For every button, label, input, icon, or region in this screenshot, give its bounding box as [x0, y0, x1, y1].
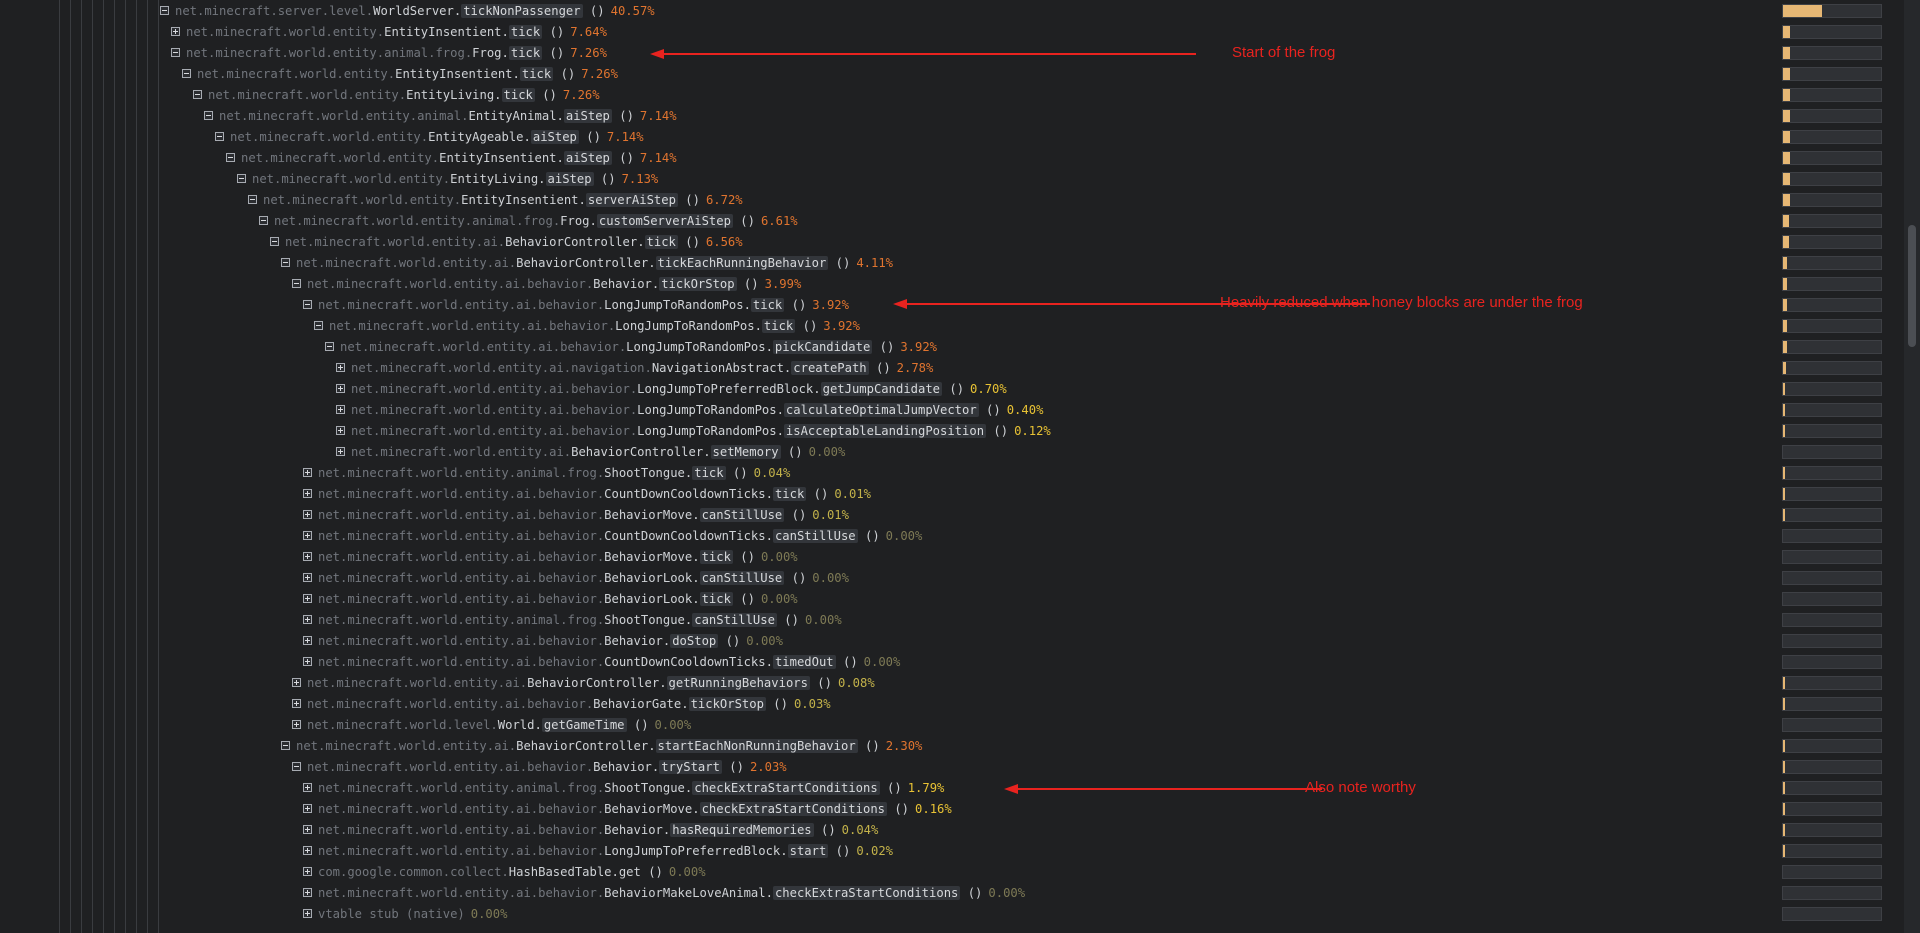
percent-bar-fill — [1783, 677, 1785, 689]
percent-bar — [1782, 865, 1882, 879]
percent-bar — [1782, 739, 1882, 753]
percent-bar — [1782, 67, 1882, 81]
percent-bar — [1782, 361, 1882, 375]
percent-bar — [1782, 529, 1882, 543]
percent-bar-fill — [1783, 278, 1787, 290]
percent-bar-fill — [1783, 173, 1790, 185]
percent-bar-fill — [1783, 5, 1823, 17]
percent-bar-fill — [1783, 215, 1790, 227]
percent-bar — [1782, 844, 1882, 858]
annotation-text: Heavily reduced when honey blocks are un… — [1220, 294, 1583, 311]
percent-bar — [1782, 655, 1882, 669]
percent-bar-fill — [1783, 341, 1787, 353]
percent-bar-fill — [1783, 110, 1790, 122]
percent-bar-fill — [1783, 26, 1791, 38]
percent-bar — [1782, 592, 1882, 606]
percent-bar — [1782, 445, 1882, 459]
arrowhead-icon — [893, 299, 907, 309]
percent-bar — [1782, 214, 1882, 228]
percent-bar-fill — [1783, 152, 1790, 164]
annotation-text: Also note worthy — [1305, 779, 1416, 796]
percent-bar-fill — [1783, 698, 1785, 710]
percent-bar — [1782, 571, 1882, 585]
percent-bar — [1782, 676, 1882, 690]
percent-bar — [1782, 277, 1882, 291]
annotation-text: Start of the frog — [1232, 44, 1336, 61]
percent-bar — [1782, 487, 1882, 501]
percent-bar — [1782, 25, 1882, 39]
percent-bar — [1782, 151, 1882, 165]
percent-bar-fill — [1783, 47, 1791, 59]
percent-bar-fill — [1783, 740, 1786, 752]
percent-bar — [1782, 802, 1882, 816]
vertical-scrollbar[interactable] — [1904, 0, 1920, 933]
percent-bar — [1782, 256, 1882, 270]
percent-bar — [1782, 193, 1882, 207]
arrowhead-icon — [650, 49, 664, 59]
percent-bar-fill — [1783, 320, 1787, 332]
percent-bar — [1782, 88, 1882, 102]
percent-bar — [1782, 319, 1882, 333]
percent-bar — [1782, 718, 1882, 732]
percent-bar — [1782, 382, 1882, 396]
annotation-arrows — [650, 49, 1370, 794]
percent-bar-fill — [1783, 803, 1785, 815]
percent-bar — [1782, 109, 1882, 123]
percent-bar-fill — [1783, 425, 1785, 437]
percent-bar — [1782, 781, 1882, 795]
percent-bar-fill — [1783, 761, 1785, 773]
percent-bar — [1782, 823, 1882, 837]
percent-bar — [1782, 403, 1882, 417]
percent-bar — [1782, 298, 1882, 312]
percent-bar-fill — [1783, 362, 1786, 374]
percent-bar — [1782, 172, 1882, 186]
percent-bar — [1782, 130, 1882, 144]
arrowhead-icon — [1004, 784, 1018, 794]
percent-bar-fill — [1783, 404, 1785, 416]
percent-bar — [1782, 424, 1882, 438]
percent-bar-fill — [1783, 488, 1785, 500]
percent-bar-fill — [1783, 845, 1785, 857]
percent-bar-fill — [1783, 257, 1787, 269]
percent-bar — [1782, 235, 1882, 249]
percent-bar — [1782, 634, 1882, 648]
percent-bar-fill — [1783, 467, 1785, 479]
percent-bar — [1782, 697, 1882, 711]
percent-bar — [1782, 886, 1882, 900]
percent-bar-fill — [1783, 236, 1790, 248]
percent-bar-fill — [1783, 131, 1790, 143]
percent-bar-fill — [1783, 824, 1785, 836]
percent-bar-fill — [1783, 509, 1785, 521]
percent-bar-fill — [1783, 383, 1785, 395]
percent-bar-fill — [1783, 194, 1790, 206]
percent-bar-fill — [1783, 782, 1785, 794]
percent-bar — [1782, 760, 1882, 774]
percent-bar-fill — [1783, 68, 1791, 80]
percent-bar — [1782, 466, 1882, 480]
percent-bar — [1782, 907, 1882, 921]
percent-bar-fill — [1783, 89, 1791, 101]
percent-bar — [1782, 508, 1882, 522]
percent-bar — [1782, 550, 1882, 564]
percent-bar-fill — [1783, 299, 1787, 311]
scrollbar-thumb[interactable] — [1908, 225, 1916, 347]
percent-bar — [1782, 4, 1882, 18]
percent-bar — [1782, 340, 1882, 354]
percent-bar — [1782, 46, 1882, 60]
percent-bar — [1782, 613, 1882, 627]
